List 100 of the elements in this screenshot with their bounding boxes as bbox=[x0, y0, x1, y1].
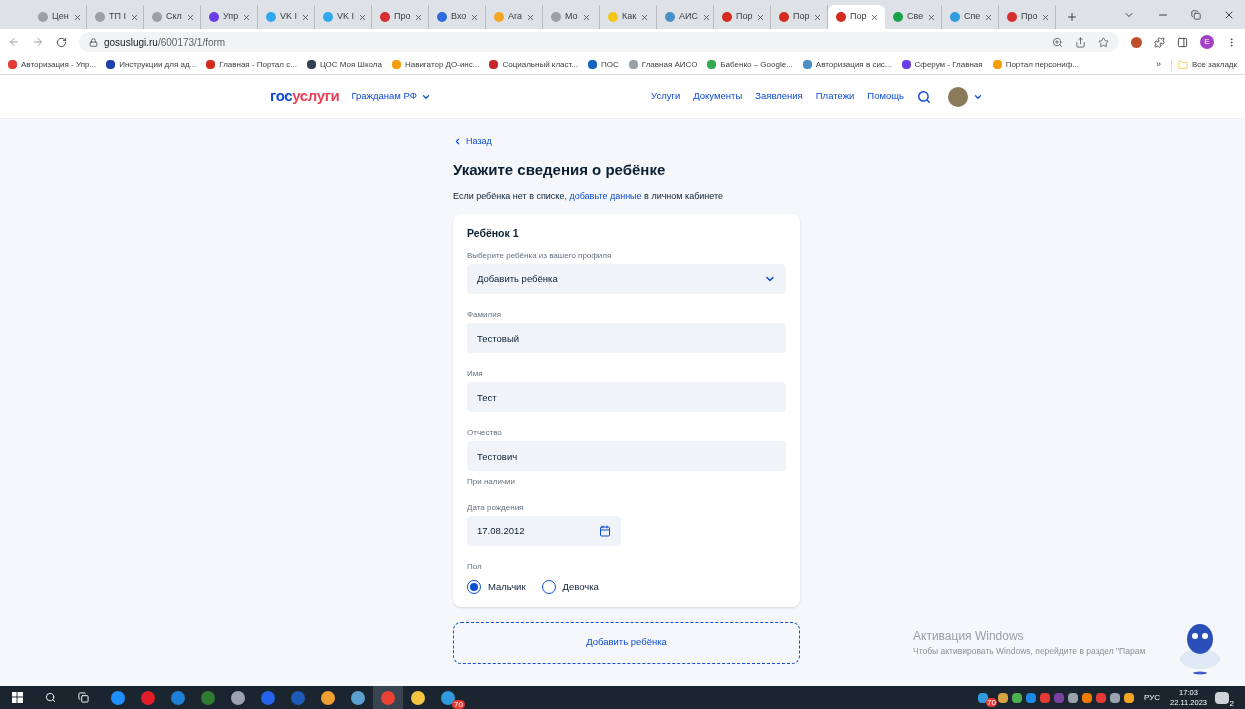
search-icon[interactable] bbox=[45, 692, 56, 703]
bookmark-item[interactable]: Главная - Портал с... bbox=[206, 58, 297, 71]
task-view-icon[interactable] bbox=[78, 692, 89, 703]
field-label: Отчество bbox=[467, 428, 503, 439]
tray-icon[interactable] bbox=[1124, 692, 1134, 703]
close-icon[interactable] bbox=[640, 12, 650, 22]
close-icon[interactable] bbox=[358, 12, 367, 22]
tab-title: Про bbox=[394, 10, 411, 24]
close-icon[interactable] bbox=[984, 12, 994, 22]
close-icon[interactable] bbox=[813, 12, 823, 22]
date-field[interactable]: 17.08.2012 bbox=[467, 516, 621, 547]
nav-link[interactable]: Помощь bbox=[867, 89, 904, 104]
extensions-icon[interactable] bbox=[1154, 36, 1165, 48]
tab-title: Пор bbox=[736, 10, 753, 24]
tab-title: Пор bbox=[850, 10, 867, 24]
bookmark-item[interactable]: Портал персониф... bbox=[992, 58, 1079, 71]
close-icon[interactable] bbox=[414, 12, 424, 22]
tab-title: Пор bbox=[793, 10, 810, 24]
bookmark-item[interactable]: Навигатор ДО-инс... bbox=[391, 58, 480, 71]
bookmark-item[interactable]: Бабенко – Google... bbox=[707, 58, 793, 71]
activation-text: Чтобы активировать Windows, перейдите в раздел "Парам bbox=[913, 645, 1146, 658]
nav-link[interactable]: Платежи bbox=[815, 89, 855, 104]
bookmark-item[interactable]: Сферум - Главная bbox=[901, 58, 983, 71]
close-icon[interactable] bbox=[756, 12, 766, 22]
tab-title: Ага bbox=[508, 10, 523, 24]
new-tab-icon[interactable] bbox=[1066, 11, 1078, 23]
site-logo[interactable]: госуслуги bbox=[270, 85, 340, 108]
browser-tab[interactable]: Пор bbox=[828, 5, 885, 29]
windows-start-icon[interactable] bbox=[12, 692, 23, 703]
close-icon[interactable] bbox=[582, 12, 591, 22]
nav-link[interactable]: Заявления bbox=[755, 89, 803, 104]
search-icon[interactable] bbox=[917, 89, 931, 104]
field-label: Выберите ребёнка из вашего профиля bbox=[467, 251, 613, 262]
tab-title: Мо bbox=[565, 10, 578, 24]
bookmark-item[interactable]: ЦОС Моя Школа bbox=[306, 58, 382, 71]
close-icon[interactable] bbox=[702, 12, 711, 22]
tab-title: Спе bbox=[964, 10, 981, 24]
field-label: Пол bbox=[467, 562, 483, 573]
back-link[interactable]: Назад bbox=[453, 135, 492, 149]
language-indicator[interactable]: РУС bbox=[1144, 691, 1160, 704]
add-child-button[interactable]: Добавить ребёнка bbox=[453, 621, 800, 664]
notifications-icon[interactable] bbox=[1215, 691, 1229, 704]
add-data-link[interactable]: добавьте данные bbox=[569, 191, 642, 201]
bookmark-item[interactable]: ПОС bbox=[588, 58, 619, 71]
page-title: Укажите сведения о ребёнке bbox=[453, 159, 667, 180]
zoom-icon[interactable] bbox=[1052, 36, 1063, 48]
tray-icon[interactable] bbox=[1040, 692, 1050, 703]
tab-title: Как bbox=[622, 10, 637, 24]
input-field[interactable]: Тест bbox=[467, 382, 786, 413]
close-icon[interactable] bbox=[129, 12, 139, 22]
tray-icon[interactable] bbox=[1082, 692, 1092, 703]
tray-icon[interactable] bbox=[1026, 692, 1036, 703]
tray-icon[interactable] bbox=[1068, 692, 1078, 703]
badge: 70 bbox=[452, 700, 465, 709]
close-icon[interactable] bbox=[927, 12, 937, 22]
bookmark-item[interactable]: Главная АИСО bbox=[628, 58, 698, 71]
restore-icon[interactable] bbox=[1191, 10, 1201, 20]
side-panel-icon[interactable] bbox=[1177, 36, 1188, 48]
tray-icon[interactable] bbox=[1110, 692, 1120, 703]
robot-assistant-icon[interactable] bbox=[1178, 621, 1222, 675]
extension-icon[interactable] bbox=[1131, 36, 1142, 48]
bookmark-item[interactable]: Авторизация в сис... bbox=[802, 58, 892, 71]
profile-avatar[interactable]: E bbox=[1200, 35, 1214, 49]
citizens-menu[interactable]: Гражданам РФ bbox=[351, 89, 431, 104]
tray-icon[interactable] bbox=[1096, 692, 1106, 703]
close-icon[interactable] bbox=[1041, 12, 1051, 22]
tray-icon[interactable] bbox=[1012, 692, 1022, 703]
tray-icon[interactable] bbox=[978, 692, 988, 703]
bookmark-item[interactable]: Инструкции для ад... bbox=[106, 58, 197, 71]
more-bookmarks-button[interactable]: » bbox=[1156, 57, 1161, 72]
tab-title: Све bbox=[907, 10, 924, 24]
radio-button[interactable] bbox=[541, 580, 556, 595]
taskbar-app[interactable]: 70 bbox=[433, 686, 463, 709]
close-icon[interactable] bbox=[526, 12, 536, 22]
tab-title: Вхо bbox=[451, 10, 467, 24]
input-field[interactable]: Тестович bbox=[467, 441, 786, 472]
close-icon[interactable] bbox=[301, 12, 310, 22]
tray-icon[interactable] bbox=[998, 692, 1008, 703]
bookmark-star-icon[interactable] bbox=[1098, 36, 1109, 48]
bookmark-item[interactable]: Социальный класт... bbox=[489, 58, 578, 71]
close-icon[interactable] bbox=[870, 12, 880, 22]
share-icon[interactable] bbox=[1075, 36, 1086, 48]
input-field[interactable]: Тестовый bbox=[467, 323, 786, 354]
close-icon[interactable] bbox=[185, 12, 195, 22]
address-bar[interactable]: gosuslugi.ru/600173/1/form bbox=[79, 32, 1119, 52]
tab-title: ТП I bbox=[109, 10, 126, 24]
reload-icon[interactable] bbox=[56, 36, 67, 48]
close-icon[interactable] bbox=[72, 12, 82, 22]
select-field[interactable]: Добавить ребёнка bbox=[467, 264, 786, 295]
close-icon[interactable] bbox=[1223, 9, 1235, 21]
close-icon[interactable] bbox=[470, 12, 480, 22]
calendar-icon bbox=[599, 525, 611, 538]
close-icon[interactable] bbox=[242, 12, 252, 22]
bookmark-item[interactable]: Авторизация - Упр... bbox=[8, 58, 97, 71]
notification-count: 2 bbox=[1228, 698, 1235, 708]
all-bookmarks-folder[interactable]: Все закладк bbox=[1171, 58, 1237, 71]
user-avatar[interactable] bbox=[948, 86, 968, 107]
nav-link[interactable]: Документы bbox=[693, 89, 743, 104]
nav-link[interactable]: Услуги bbox=[651, 89, 681, 104]
tab-title: Про bbox=[1021, 10, 1038, 24]
